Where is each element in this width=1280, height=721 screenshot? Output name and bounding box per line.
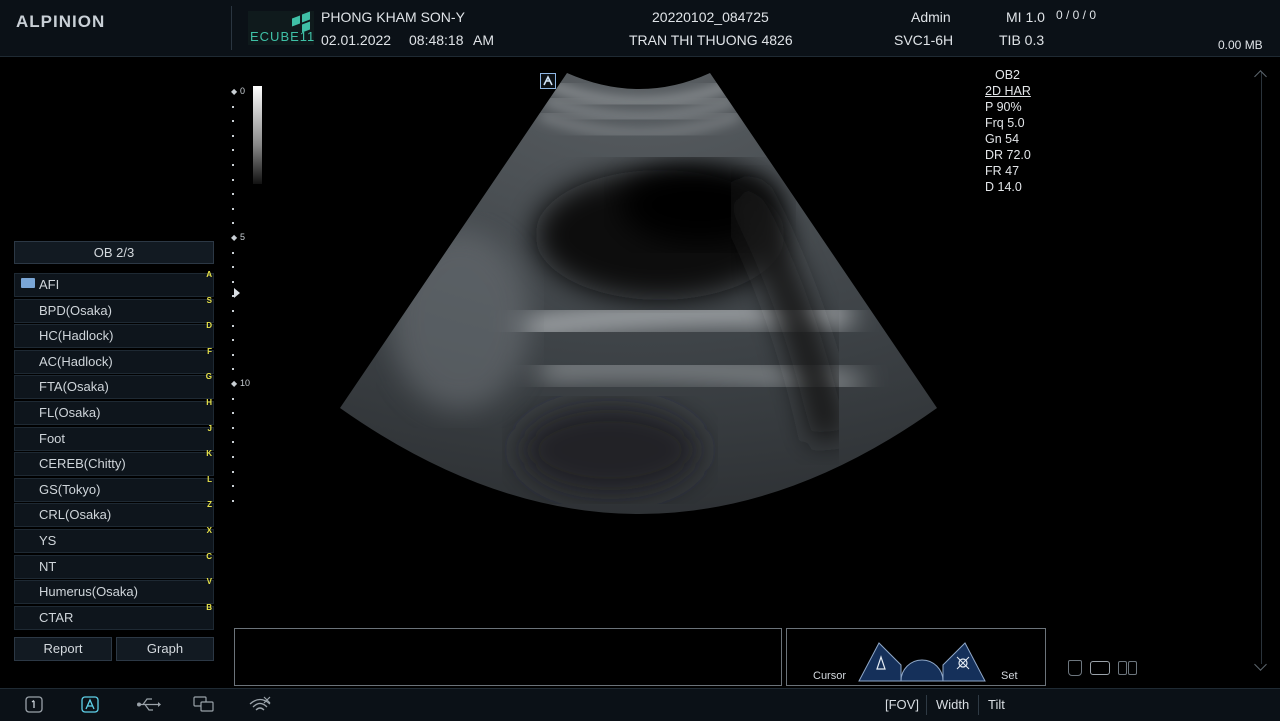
header-bar: ALPINION ECUBE11 PHONG KHAM SON-Y 02.01.… <box>0 0 1280 57</box>
scroll-track[interactable] <box>1261 72 1262 664</box>
measure-item-label: HC(Hadlock) <box>39 328 114 344</box>
measure-item-label: CTAR <box>39 609 74 625</box>
orientation-marker-icon <box>540 73 556 89</box>
measure-item-label: AC(Hadlock) <box>39 353 113 369</box>
exam-id: 20220102_084725 <box>652 9 769 25</box>
usb-icon[interactable] <box>136 696 162 713</box>
header-divider <box>231 6 232 50</box>
fov-button[interactable]: [FOV] <box>885 697 919 712</box>
measure-item-fta[interactable]: FTA(Osaka) G <box>14 372 214 400</box>
measure-item-afi[interactable]: AFI A <box>14 270 214 298</box>
frame-counter: 0 / 0 / 0 <box>1056 8 1097 22</box>
hotkey-label: A <box>206 270 212 279</box>
mode-label: 2D HAR <box>985 84 1031 98</box>
measure-item-foot[interactable]: Foot J <box>14 423 214 452</box>
brand-logo: ALPINION <box>16 12 106 31</box>
measure-item-ctar[interactable]: CTAR B <box>14 602 214 631</box>
hotkey-label: L <box>207 474 212 484</box>
wifi-icon[interactable] <box>248 696 272 713</box>
comment-area[interactable] <box>234 628 782 686</box>
scroll-down-icon[interactable] <box>1254 658 1267 671</box>
scroll-up-icon[interactable] <box>1254 70 1267 83</box>
hotkey-label: C <box>206 551 212 561</box>
trackball-icon[interactable] <box>857 635 987 685</box>
ecube-logo-text: ECUBE11 <box>250 29 316 44</box>
hotkey-label: D <box>206 321 212 331</box>
power-value: P 90% <box>985 100 1022 114</box>
measure-item-fl[interactable]: FL(Osaka) H <box>14 397 214 426</box>
ecube-logo: ECUBE11 <box>248 11 314 45</box>
graph-button[interactable]: Graph <box>116 637 214 661</box>
network-icon[interactable] <box>192 696 216 713</box>
measure-item-gs[interactable]: GS(Tokyo) L <box>14 474 214 503</box>
measure-item-label: Humerus(Osaka) <box>39 584 138 600</box>
measure-item-crl[interactable]: CRL(Osaka) Z <box>14 500 214 528</box>
dynamic-range-value: DR 72.0 <box>985 148 1031 162</box>
hotkey-label: G <box>205 372 212 382</box>
measure-item-ac[interactable]: AC(Hadlock) F <box>14 346 214 375</box>
exam-ampm: AM <box>473 32 494 48</box>
screen-1-icon[interactable] <box>24 696 44 713</box>
measurement-list: AFI A BPD(Osaka) S HC(Hadlock) D AC(Hadl… <box>14 270 214 631</box>
cursor-label: Cursor <box>813 670 847 682</box>
dual-layout-icon[interactable] <box>1118 661 1137 675</box>
measure-item-label: CEREB(Chitty) <box>39 456 126 472</box>
measure-item-label: AFI <box>39 277 60 292</box>
tilt-button[interactable]: Tilt <box>988 697 1005 712</box>
hotkey-label: V <box>206 577 212 587</box>
sector-scan <box>340 73 937 514</box>
mechanical-index: MI 1.0 <box>1006 9 1045 25</box>
hotkey-label: F <box>207 346 212 356</box>
measure-item-label: Foot <box>39 430 66 446</box>
measure-item-humerus[interactable]: Humerus(Osaka) V <box>14 577 214 605</box>
institution-name: PHONG KHAM SON-Y <box>321 9 465 25</box>
frequency-value: Frq 5.0 <box>985 116 1025 130</box>
operator-name: Admin <box>911 9 951 25</box>
footer-divider <box>978 695 979 715</box>
measure-item-label: FTA(Osaka) <box>39 379 109 395</box>
hotkey-label: X <box>206 525 212 535</box>
hotkey-label: H <box>206 397 212 407</box>
trackball-panel: Cursor Set <box>786 628 1046 686</box>
footer-divider <box>926 695 927 715</box>
report-button[interactable]: Report <box>14 637 112 661</box>
hotkey-label: S <box>206 295 212 305</box>
hotkey-label: K <box>206 449 212 459</box>
storage-usage: 0.00 MB <box>1218 38 1263 52</box>
preset-label: OB2 <box>995 68 1021 82</box>
measure-item-nt[interactable]: NT C <box>14 551 214 580</box>
measure-item-label: BPD(Osaka) <box>39 302 112 318</box>
database-icon[interactable] <box>1068 660 1082 676</box>
hotkey-label: B <box>206 602 212 612</box>
exam-date: 02.01.2022 <box>321 32 392 48</box>
measure-item-label: GS(Tokyo) <box>39 481 101 497</box>
hotkey-label: Z <box>207 500 212 510</box>
single-layout-icon[interactable] <box>1090 661 1110 675</box>
protocol-title[interactable]: OB 2/3 <box>14 241 214 264</box>
measure-item-cereb[interactable]: CEREB(Chitty) K <box>14 449 214 477</box>
measure-item-hc[interactable]: HC(Hadlock) D <box>14 321 214 349</box>
depth-value: D 14.0 <box>985 180 1022 194</box>
probe-name: SVC1-6H <box>894 32 954 48</box>
ultrasound-image[interactable] <box>240 60 1040 560</box>
measure-item-label: YS <box>39 532 57 548</box>
measure-item-label: FL(Osaka) <box>39 404 101 420</box>
folder-icon <box>21 278 35 288</box>
gain-value: Gn 54 <box>985 132 1020 146</box>
imaging-parameters: OB2 2D HAR P 90% Frq 5.0 Gn 54 DR 72.0 F… <box>985 67 1031 195</box>
frame-rate-value: FR 47 <box>985 164 1020 178</box>
set-label: Set <box>1001 670 1018 682</box>
hotkey-label: J <box>207 423 212 433</box>
annotation-icon[interactable] <box>80 696 100 713</box>
width-button[interactable]: Width <box>936 697 969 712</box>
patient-name: TRAN THI THUONG 4826 <box>629 32 793 48</box>
measure-item-bpd[interactable]: BPD(Osaka) S <box>14 295 214 324</box>
measure-item-label: NT <box>39 558 57 574</box>
footer-bar: [FOV] Width Tilt <box>0 688 1280 721</box>
measure-item-ys[interactable]: YS X <box>14 525 214 554</box>
exam-time: 08:48:18 <box>409 32 464 48</box>
measure-item-label: CRL(Osaka) <box>39 507 112 523</box>
thermal-index: TIB 0.3 <box>999 32 1045 48</box>
